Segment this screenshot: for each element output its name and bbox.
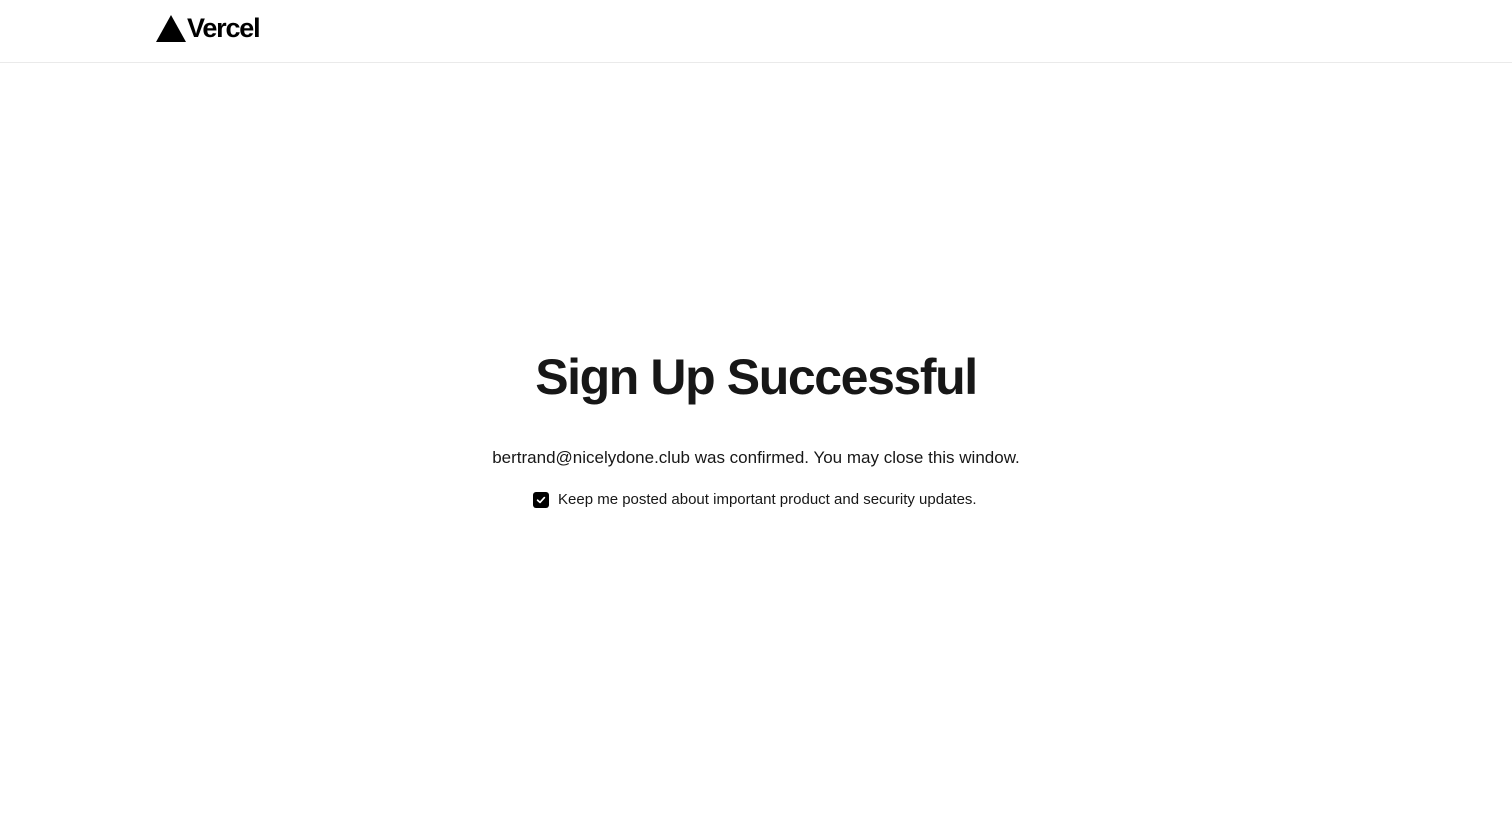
updates-checkbox-label[interactable]: Keep me posted about important product a… [558, 490, 977, 510]
page-title: Sign Up Successful [535, 349, 978, 405]
vercel-triangle-icon [156, 15, 186, 42]
product-updates-optin[interactable]: Keep me posted about important product a… [533, 490, 977, 510]
updates-checkbox[interactable] [533, 492, 549, 508]
main-content: Sign Up Successful bertrand@nicelydone.c… [0, 63, 1512, 814]
top-header: Vercel [0, 0, 1512, 63]
check-icon [536, 496, 546, 504]
vercel-logo-link[interactable]: Vercel [156, 13, 261, 43]
logo-text: Vercel [187, 13, 261, 43]
confirmation-message: bertrand@nicelydone.club was confirmed. … [492, 448, 1020, 467]
